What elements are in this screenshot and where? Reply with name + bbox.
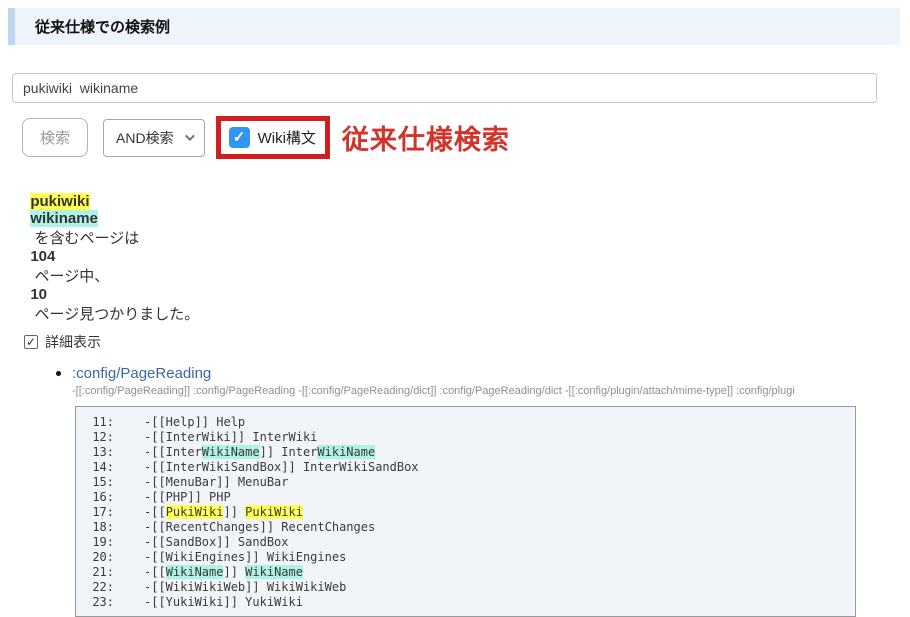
page-title: 従来仕様での検索例 [35, 19, 170, 36]
search-controls: 検索 AND検索 ✓ Wiki構文 従来仕様検索 [22, 116, 910, 159]
code-line: 23: -[[YukiWiki]] YukiWiki [90, 595, 851, 610]
line-number: 14: [90, 460, 114, 475]
line-number: 19: [90, 535, 114, 550]
line-content: -[[WikiName]] WikiName [144, 565, 303, 579]
line-number: 23: [90, 595, 114, 610]
wiki-syntax-checkbox[interactable]: ✓ [229, 127, 250, 148]
line-number: 20: [90, 550, 114, 565]
code-line: 22: -[[WikiWikiWeb]] WikiWikiWeb [90, 580, 851, 595]
code-line: 15: -[[MenuBar]] MenuBar [90, 475, 851, 490]
line-content: -[[PukiWiki]] PukiWiki [144, 505, 303, 519]
chevron-down-icon [185, 131, 195, 141]
checkmark-icon: ✓ [233, 130, 246, 145]
line-number: 22: [90, 580, 114, 595]
line-content: -[[MenuBar]] MenuBar [144, 475, 289, 489]
code-line: 21: -[[WikiName]] WikiName [90, 565, 851, 580]
result-excerpt: -[[:config/PageReading]] :config/PageRea… [72, 385, 908, 397]
line-content: -[[WikiWikiWeb]] WikiWikiWeb [144, 580, 346, 594]
wiki-syntax-label[interactable]: Wiki構文 [258, 127, 316, 148]
detail-toggle: ✓ 詳細表示 [24, 332, 910, 352]
line-content: -[[RecentChanges]] RecentChanges [144, 520, 375, 534]
line-content: -[[InterWikiSandBox]] InterWikiSandBox [144, 460, 419, 474]
line-content: -[[SandBox]] SandBox [144, 535, 289, 549]
code-block: 11: -[[Help]] Help 12: -[[InterWiki]] Inter… [75, 406, 856, 617]
wiki-syntax-annotation-box: ✓ Wiki構文 [216, 116, 330, 159]
line-number: 11: [90, 415, 114, 430]
code-line: 17: -[[PukiWiki]] PukiWiki [90, 505, 851, 520]
bullet-icon [56, 371, 61, 376]
code-line: 13: -[[InterWikiName]] InterWikiName [90, 445, 851, 460]
code-line: 11: -[[Help]] Help [90, 415, 851, 430]
line-number: 15: [90, 475, 114, 490]
results-text-mid2: ページ中、 [30, 268, 109, 285]
line-number: 16: [90, 490, 114, 505]
detail-label[interactable]: 詳細表示 [45, 332, 101, 352]
search-button[interactable]: 検索 [22, 118, 88, 157]
annotation-text: 従来仕様検索 [342, 118, 510, 157]
code-line: 18: -[[RecentChanges]] RecentChanges [90, 520, 851, 535]
results-found-count: 10 [30, 286, 47, 303]
result-list-item: :config/PageReading [56, 365, 910, 382]
line-content: -[[WikiEngines]] WikiEngines [144, 550, 346, 564]
line-number: 12: [90, 430, 114, 445]
line-content: -[[Help]] Help [144, 415, 245, 429]
line-content: -[[InterWikiName]] InterWikiName [144, 445, 375, 459]
results-total-count: 104 [30, 248, 55, 265]
line-number: 13: [90, 445, 114, 460]
line-number: 17: [90, 505, 114, 520]
code-line: 19: -[[SandBox]] SandBox [90, 535, 851, 550]
section-header-bar: 従来仕様での検索例 [8, 8, 900, 45]
results-summary: pukiwiki wikiname を含むページは 104 ページ中、 10 ペ… [22, 176, 910, 324]
search-term-1: pukiwiki [30, 193, 89, 210]
line-number: 18: [90, 520, 114, 535]
code-line: 20: -[[WikiEngines]] WikiEngines [90, 550, 851, 565]
line-content: -[[InterWiki]] InterWiki [144, 430, 317, 444]
code-line: 12: -[[InterWiki]] InterWiki [90, 430, 851, 445]
line-content: -[[YukiWiki]] YukiWiki [144, 595, 303, 609]
line-number: 21: [90, 565, 114, 580]
results-text-mid1: を含むページは [30, 230, 143, 247]
results-text-tail: ページ見つかりました。 [30, 306, 199, 323]
detail-checkbox[interactable]: ✓ [24, 335, 38, 349]
line-content: -[[PHP]] PHP [144, 490, 231, 504]
result-page-link[interactable]: :config/PageReading [72, 365, 211, 382]
search-mode-select[interactable]: AND検索 [103, 119, 205, 157]
search-term-2: wikiname [30, 210, 98, 227]
search-input[interactable] [12, 73, 877, 103]
code-line: 14: -[[InterWikiSandBox]] InterWikiSandBo… [90, 460, 851, 475]
search-mode-value: AND検索 [116, 128, 174, 148]
code-line: 16: -[[PHP]] PHP [90, 490, 851, 505]
